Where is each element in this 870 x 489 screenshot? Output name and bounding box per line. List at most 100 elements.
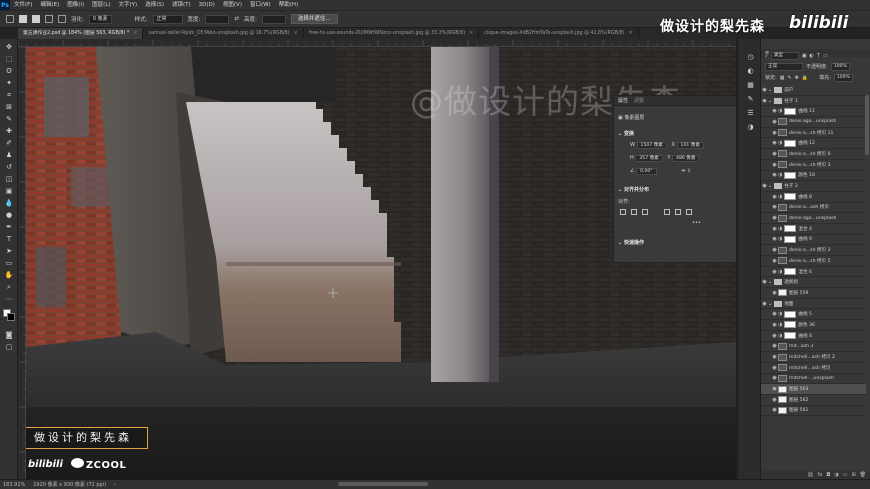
y-field[interactable]: 486 像素 xyxy=(672,155,700,162)
layer-thumbnail[interactable] xyxy=(778,374,787,382)
blend-mode-select[interactable]: 正常 xyxy=(765,62,803,71)
hand-tool-icon[interactable]: ✋ xyxy=(4,271,14,280)
visibility-eye-icon[interactable]: ◉ xyxy=(771,290,778,296)
width-input[interactable] xyxy=(205,14,230,24)
lock-icon[interactable]: 🔒 xyxy=(802,75,808,81)
height-input[interactable] xyxy=(261,14,286,24)
align-section-title[interactable]: ⌄ 对齐并分布 xyxy=(618,186,649,193)
clone-stamp-tool-icon[interactable]: ♟ xyxy=(4,151,14,160)
fx-icon[interactable]: fx xyxy=(818,472,823,478)
layer-row[interactable]: ◉ mitchell...ash 拷贝 2 xyxy=(761,352,866,363)
adjustment-layer-icon[interactable]: ◑ xyxy=(834,472,838,478)
visibility-eye-icon[interactable]: ◉ xyxy=(771,386,778,392)
pen-tool-icon[interactable]: ✒ xyxy=(4,223,14,232)
layer-mask-thumbnail[interactable] xyxy=(784,139,797,147)
layer-thumbnail[interactable] xyxy=(778,406,787,414)
menu-view[interactable]: 视图(V) xyxy=(219,0,246,10)
visibility-eye-icon[interactable]: ◉ xyxy=(771,354,778,360)
layer-thumbnail[interactable] xyxy=(778,342,787,350)
visibility-eye-icon[interactable]: ◉ xyxy=(771,226,778,232)
eyedropper-tool-icon[interactable]: ✎ xyxy=(4,115,14,124)
filter-pixel-icon[interactable]: ▣ xyxy=(802,53,807,59)
document-size[interactable]: 1920 像素 x 930 像素 (72 ppi) xyxy=(33,481,106,488)
chevron-right-icon[interactable]: › xyxy=(114,482,116,488)
tab-properties[interactable]: 属性 xyxy=(618,97,628,104)
layer-row[interactable]: ◉ ⌄ 地面 xyxy=(761,299,866,310)
layer-row[interactable]: ◉ ◑ 曲线 8 xyxy=(761,192,866,203)
more-options-icon[interactable]: ••• xyxy=(692,220,701,226)
visibility-eye-icon[interactable]: ◉ xyxy=(771,343,778,349)
layers-scrollbar[interactable] xyxy=(865,95,869,155)
align-bottom-icon[interactable] xyxy=(686,209,692,215)
healing-brush-tool-icon[interactable]: ✚ xyxy=(4,127,14,136)
history-brush-tool-icon[interactable]: ↺ xyxy=(4,163,14,172)
lock-move-icon[interactable]: ✥ xyxy=(795,75,799,81)
layer-mask-thumbnail[interactable] xyxy=(784,321,797,329)
layer-thumbnail[interactable] xyxy=(778,396,787,404)
align-right-icon[interactable] xyxy=(642,209,648,215)
menu-file[interactable]: 文件(F) xyxy=(10,0,36,10)
visibility-eye-icon[interactable]: ◉ xyxy=(771,247,778,253)
layer-mask-thumbnail[interactable] xyxy=(784,235,797,243)
layer-mask-thumbnail[interactable] xyxy=(784,171,797,179)
layer-row[interactable]: ◉ ◑ 曲线 5 xyxy=(761,309,866,321)
quick-mask-icon[interactable]: ◙ xyxy=(4,331,14,340)
layer-row[interactable]: ◉ ◑ 颜色 18 xyxy=(761,171,866,182)
layer-thumbnail[interactable] xyxy=(778,150,787,158)
layer-thumbnail[interactable] xyxy=(778,364,787,372)
new-selection-icon[interactable] xyxy=(19,15,27,23)
style-select[interactable]: 正常 xyxy=(152,14,183,24)
layer-thumbnail[interactable] xyxy=(778,246,787,254)
eraser-tool-icon[interactable]: ◫ xyxy=(4,175,14,184)
layer-mask-thumbnail[interactable] xyxy=(784,310,797,318)
layer-row[interactable]: ◉ ⌄ 柱子 2 xyxy=(761,181,866,192)
width-field[interactable]: 1507 像素 xyxy=(636,142,667,149)
quick-actions-section-title[interactable]: ⌄ 快速操作 xyxy=(618,239,644,246)
visibility-eye-icon[interactable]: ◉ xyxy=(761,98,768,104)
visibility-eye-icon[interactable]: ◉ xyxy=(761,87,768,93)
layer-thumbnail[interactable] xyxy=(778,353,787,361)
lasso-tool-icon[interactable]: ʘ xyxy=(4,67,14,76)
layer-row[interactable]: ◉ denis-a...sh 拷贝 3 xyxy=(761,160,866,171)
rectangle-tool-icon[interactable]: ▭ xyxy=(4,259,14,268)
align-center-vertical-icon[interactable] xyxy=(675,209,681,215)
tab-document-4[interactable]: clique-images-XdB2HmTaTo-unsplash.jpg @ … xyxy=(479,28,639,39)
visibility-eye-icon[interactable]: ◉ xyxy=(771,204,778,210)
path-selection-tool-icon[interactable]: ➤ xyxy=(4,247,14,256)
marquee-tool-icon[interactable] xyxy=(6,15,14,23)
layer-row[interactable]: ◉ ◑ 颜色 36 xyxy=(761,320,866,331)
menu-edit[interactable]: 编辑(E) xyxy=(36,0,63,10)
layer-thumbnail[interactable] xyxy=(778,257,787,265)
crop-tool-icon[interactable]: ⌗ xyxy=(4,91,14,100)
visibility-eye-icon[interactable]: ◉ xyxy=(771,365,778,371)
layer-row[interactable]: ◉ ◑ 混合 4 xyxy=(761,224,866,235)
layer-row[interactable]: ◉ ◑ 曲线 4 xyxy=(761,331,866,342)
menu-layer[interactable]: 图层(L) xyxy=(88,0,114,10)
properties-icon[interactable]: ☰ xyxy=(746,109,755,118)
visibility-eye-icon[interactable]: ◉ xyxy=(771,172,778,178)
chevron-down-icon[interactable]: ⌄ xyxy=(768,279,772,285)
visibility-eye-icon[interactable]: ◉ xyxy=(761,183,768,189)
menu-select[interactable]: 选择(S) xyxy=(141,0,168,10)
fill-field[interactable]: 100% xyxy=(833,73,853,82)
visibility-eye-icon[interactable]: ◉ xyxy=(771,151,778,157)
menu-type[interactable]: 文字(Y) xyxy=(115,0,142,10)
layer-row[interactable]: ◉ 图层 561 xyxy=(761,406,866,417)
layer-thumbnail[interactable] xyxy=(778,118,787,126)
layer-thumbnail[interactable] xyxy=(778,214,787,222)
layer-row[interactable]: ◉ 图层 559 xyxy=(761,288,866,299)
subtract-selection-icon[interactable] xyxy=(45,15,53,23)
angle-field[interactable]: 0.00° xyxy=(636,168,657,175)
color-icon[interactable]: ◐ xyxy=(746,67,755,76)
visibility-eye-icon[interactable]: ◉ xyxy=(771,269,778,275)
visibility-eye-icon[interactable]: ◉ xyxy=(771,236,778,242)
add-mask-icon[interactable]: ◘ xyxy=(826,472,830,478)
select-and-mask-button[interactable]: 选择并遮住... xyxy=(290,14,338,24)
brush-tool-icon[interactable]: ✐ xyxy=(4,139,14,148)
flip-horizontal-icon[interactable]: ⇹ xyxy=(681,168,685,174)
layer-row[interactable]: ◉ 图层 562 xyxy=(761,395,866,406)
new-group-icon[interactable]: ▭ xyxy=(843,472,848,478)
menu-filter[interactable]: 滤镜(T) xyxy=(168,0,195,10)
visibility-eye-icon[interactable]: ◉ xyxy=(771,140,778,146)
tab-document-3[interactable]: free-to-use-sounds-ZUIM9HWNzco-unsplash.… xyxy=(304,28,480,39)
